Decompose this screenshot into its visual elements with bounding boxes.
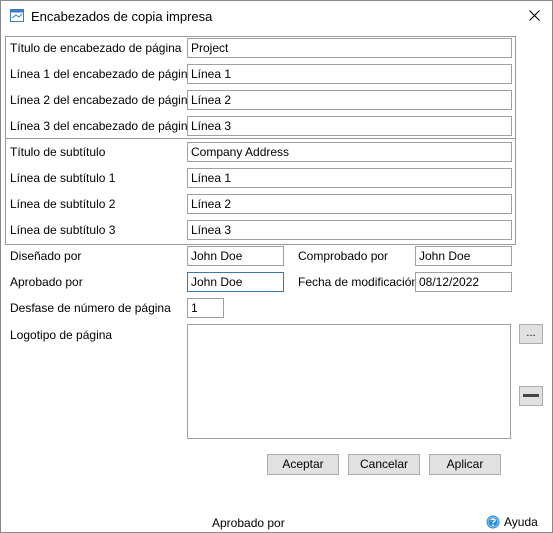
subtitle-line2-field[interactable]: Línea 2	[187, 194, 512, 214]
title-bar: Encabezados de copia impresa	[1, 1, 552, 31]
header-line3-label: Línea 3 del encabezado de página	[10, 119, 195, 133]
help-label: Ayuda	[504, 515, 538, 529]
header-line3-field[interactable]: Línea 3	[187, 116, 512, 136]
checked-by-label: Comprobado por	[298, 249, 389, 263]
window-icon	[10, 9, 24, 22]
close-icon	[529, 10, 540, 21]
header-title-label: Título de encabezado de página	[10, 41, 182, 55]
modified-date-label: Fecha de modificación	[298, 275, 419, 289]
approved-by-label: Aprobado por	[10, 275, 83, 289]
page-logo-label: Logotipo de página	[10, 328, 113, 342]
subtitle-line3-field[interactable]: Línea 3	[187, 220, 512, 240]
page-logo-preview[interactable]	[187, 324, 511, 439]
cancel-button[interactable]: Cancelar	[348, 454, 420, 475]
header-title-field[interactable]: Project	[187, 38, 512, 58]
accept-button[interactable]: Aceptar	[267, 454, 339, 475]
subtitle-line2-label: Línea de subtítulo 2	[10, 197, 116, 211]
subtitle-line1-label: Línea de subtítulo 1	[10, 171, 116, 185]
designed-by-label: Diseñado por	[10, 249, 82, 263]
help-icon	[486, 515, 500, 529]
header-line1-field[interactable]: Línea 1	[187, 64, 512, 84]
page-offset-field[interactable]: 1	[187, 298, 224, 318]
help-button[interactable]: Ayuda	[486, 514, 538, 530]
subtitle-title-label: Título de subtítulo	[10, 145, 106, 159]
header-line2-label: Línea 2 del encabezado de página	[10, 93, 195, 107]
dialog-window: Encabezados de copia impresa Título de e…	[0, 0, 553, 533]
browse-logo-button[interactable]: ...	[519, 324, 543, 344]
close-button[interactable]	[523, 6, 547, 26]
minus-icon	[523, 394, 539, 397]
subtitle-line3-label: Línea de subtítulo 3	[10, 223, 116, 237]
window-title: Encabezados de copia impresa	[31, 9, 213, 24]
apply-button[interactable]: Aplicar	[429, 454, 501, 475]
subtitle-title-field[interactable]: Company Address	[187, 142, 512, 162]
checked-by-field[interactable]: John Doe	[415, 246, 512, 266]
header-line2-field[interactable]: Línea 2	[187, 90, 512, 110]
subtitle-line1-field[interactable]: Línea 1	[187, 168, 512, 188]
designed-by-field[interactable]: John Doe	[187, 246, 284, 266]
modified-date-field[interactable]: 08/12/2022	[415, 272, 512, 292]
status-text: Aprobado por	[212, 516, 285, 530]
remove-logo-button[interactable]	[519, 386, 543, 406]
header-line1-label: Línea 1 del encabezado de página	[10, 67, 195, 81]
approved-by-field[interactable]: John Doe	[187, 272, 284, 292]
page-offset-label: Desfase de número de página	[10, 301, 171, 315]
